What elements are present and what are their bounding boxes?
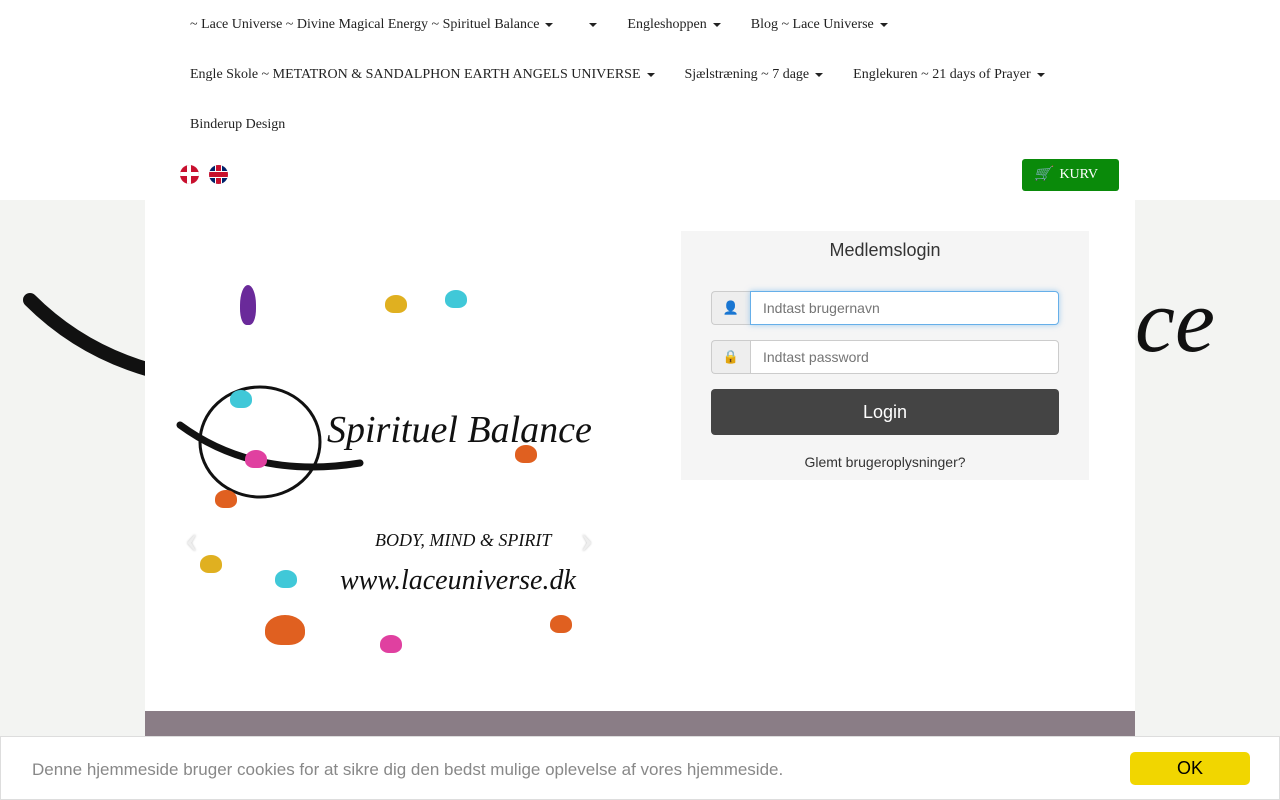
nav-englekuren[interactable]: Englekuren ~ 21 days of Prayer (838, 50, 1059, 100)
butterfly-image (550, 615, 572, 633)
login-button[interactable]: Login (711, 389, 1059, 435)
login-title: Medlemslogin (829, 240, 941, 260)
butterfly-image (515, 445, 537, 463)
cookie-text: Denne hjemmeside bruger cookies for at s… (32, 760, 784, 779)
nav-binderup-design[interactable]: Binderup Design (175, 100, 300, 150)
slide-subtitle: BODY, MIND & SPIRIT (375, 530, 552, 550)
nav-blog[interactable]: Blog ~ Lace Universe (736, 0, 903, 50)
caret-down-icon (589, 22, 598, 27)
caret-down-icon (545, 22, 554, 27)
login-panel: Medlemslogin 👤 🔒 Login Glemt brugeroplys… (681, 231, 1089, 480)
lock-icon: 🔒 (711, 340, 750, 374)
password-input[interactable] (750, 340, 1059, 374)
caret-down-icon (815, 72, 824, 77)
caret-down-icon (646, 72, 655, 77)
butterfly-image (275, 570, 297, 588)
butterfly-image (230, 390, 252, 408)
butterfly-image (200, 555, 222, 573)
forgot-credentials-link[interactable]: Glemt brugeroplysninger? (681, 454, 1089, 470)
cart-button[interactable]: 🛒 KURV (1022, 159, 1119, 191)
nav-engleshoppen[interactable]: Engleshoppen (612, 0, 735, 50)
butterfly-image (215, 490, 237, 508)
nav-unnamed-dropdown[interactable] (568, 0, 612, 50)
nav-lace-universe[interactable]: ~ Lace Universe ~ Divine Magical Energy … (175, 0, 568, 50)
background-logo-swoosh (23, 293, 157, 377)
butterfly-image (265, 615, 305, 645)
background-logo-text: ce (1135, 272, 1215, 371)
slide-title: Spirituel Balance (327, 409, 592, 451)
slider-prev-arrow[interactable]: ‹ (185, 515, 198, 562)
butterfly-image (245, 450, 267, 468)
user-icon: 👤 (711, 291, 750, 325)
english-flag-icon[interactable] (209, 165, 228, 184)
butterfly-image (240, 285, 256, 325)
slider-next-arrow[interactable]: › (580, 515, 593, 562)
cookie-ok-button[interactable]: OK (1130, 752, 1250, 785)
butterfly-image (380, 635, 402, 653)
top-navigation: ~ Lace Universe ~ Divine Magical Energy … (0, 0, 1280, 200)
nav-engle-skole[interactable]: Engle Skole ~ METATRON & SANDALPHON EART… (175, 50, 670, 100)
caret-down-icon (1036, 72, 1045, 77)
main-content: Spirituel Balance BODY, MIND & SPIRIT ww… (145, 200, 1135, 711)
butterfly-image (385, 295, 407, 313)
caret-down-icon (712, 22, 721, 27)
danish-flag-icon[interactable] (180, 165, 199, 184)
butterfly-image (445, 290, 467, 308)
slide-url: www.laceuniverse.dk (340, 565, 576, 596)
nav-sjaelstraening[interactable]: Sjælstræning ~ 7 dage (670, 50, 839, 100)
cookie-banner: Denne hjemmeside bruger cookies for at s… (0, 736, 1280, 800)
cart-icon: 🛒 (1034, 167, 1052, 182)
username-input[interactable] (750, 291, 1059, 325)
image-slider: Spirituel Balance BODY, MIND & SPIRIT ww… (175, 270, 605, 670)
caret-down-icon (879, 22, 888, 27)
